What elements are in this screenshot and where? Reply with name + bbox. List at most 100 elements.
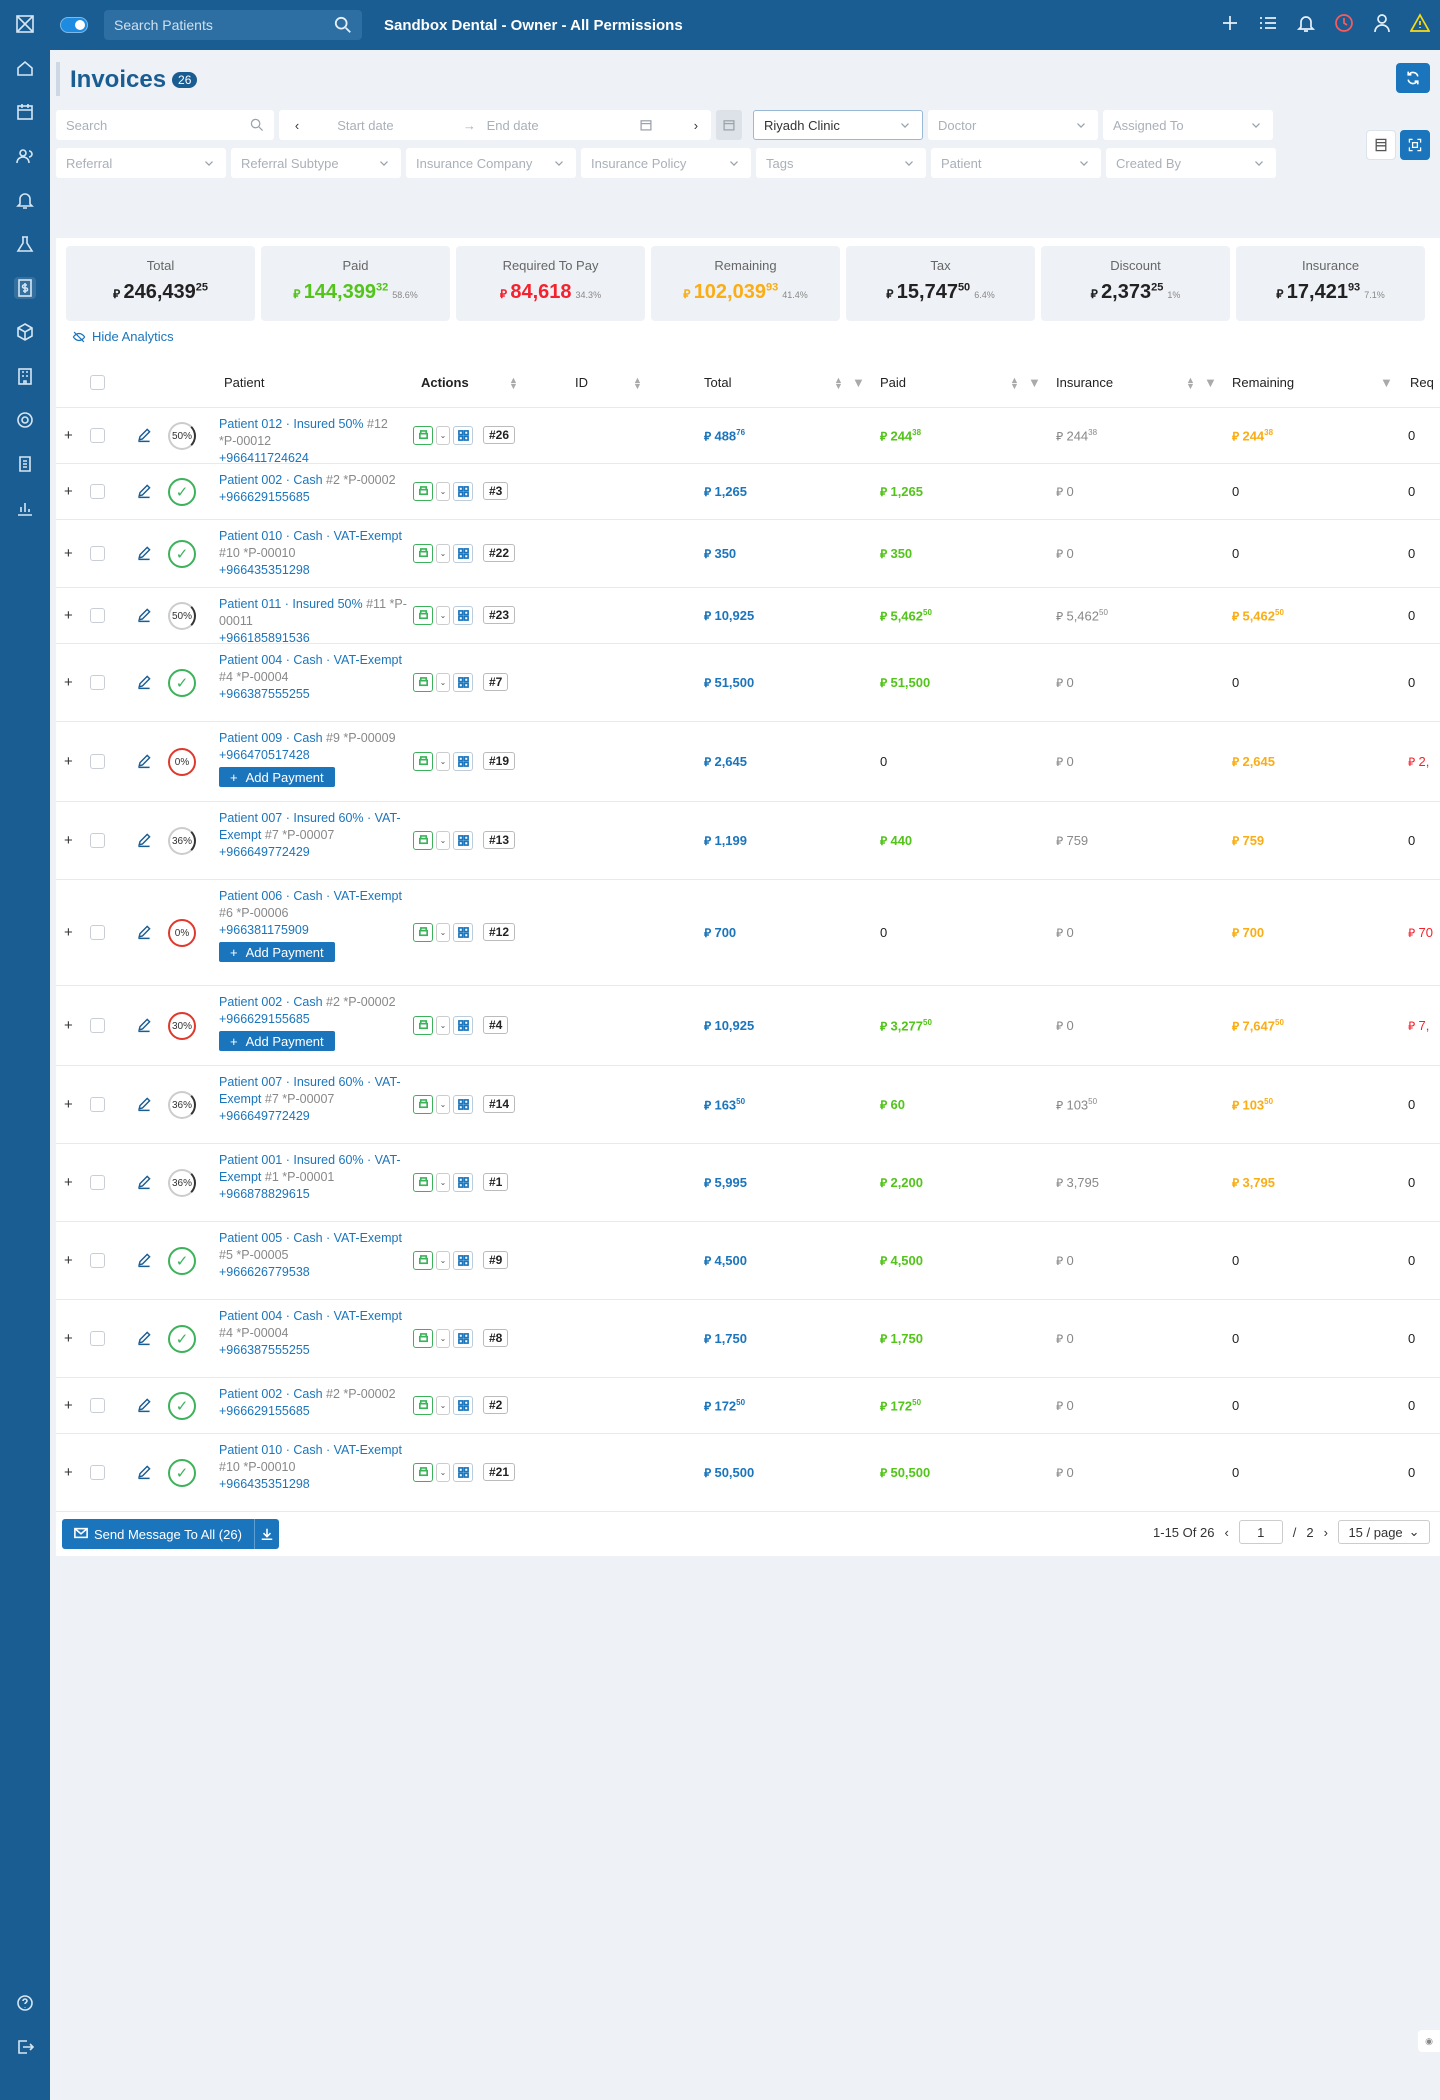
- qr-code-button[interactable]: [453, 1463, 473, 1482]
- invoice-id[interactable]: #12: [483, 923, 516, 941]
- patient-name-link[interactable]: Patient 002 · Cash: [219, 1387, 323, 1401]
- invoice-id[interactable]: #3: [483, 482, 509, 500]
- edit-icon[interactable]: [136, 1464, 152, 1483]
- edit-icon[interactable]: [136, 607, 152, 626]
- col-patient[interactable]: Patient ▲ ▼: [224, 375, 524, 390]
- chevron-down-icon[interactable]: ⌄: [436, 544, 450, 563]
- patient-phone[interactable]: +966649772429: [219, 844, 407, 861]
- expand-icon[interactable]: +: [64, 1464, 73, 1481]
- row-checkbox[interactable]: [90, 1175, 105, 1190]
- chevron-down-icon[interactable]: ⌄: [436, 1251, 450, 1270]
- print-button[interactable]: [413, 673, 433, 692]
- invoice-id[interactable]: #21: [483, 1463, 516, 1481]
- refresh-button[interactable]: [1396, 63, 1430, 93]
- date-range-picker[interactable]: ‹ Start date → End date ›: [279, 110, 711, 140]
- edit-icon[interactable]: [136, 924, 152, 943]
- print-button[interactable]: [413, 831, 433, 850]
- lab-icon[interactable]: [14, 233, 36, 255]
- row-checkbox[interactable]: [90, 484, 105, 499]
- expand-icon[interactable]: +: [64, 1330, 73, 1347]
- qr-code-button[interactable]: [453, 606, 473, 625]
- expand-icon[interactable]: +: [64, 1096, 73, 1113]
- expand-icon[interactable]: +: [64, 832, 73, 849]
- edit-icon[interactable]: [136, 753, 152, 772]
- calendar-icon[interactable]: [639, 110, 679, 140]
- chevron-down-icon[interactable]: ⌄: [436, 673, 450, 692]
- qr-code-button[interactable]: [453, 1173, 473, 1192]
- qr-code-button[interactable]: [453, 831, 473, 850]
- patient-name-link[interactable]: Patient 006 · Cash · VAT-Exempt: [219, 889, 402, 903]
- row-checkbox[interactable]: [90, 1097, 105, 1112]
- logout-icon[interactable]: [14, 2036, 36, 2058]
- select-all-checkbox[interactable]: [90, 375, 105, 390]
- expand-icon[interactable]: +: [64, 427, 73, 444]
- download-icon[interactable]: [255, 1527, 279, 1541]
- expand-icon[interactable]: +: [64, 1174, 73, 1191]
- print-button[interactable]: [413, 544, 433, 563]
- referral-subtype-select[interactable]: Referral Subtype: [231, 148, 401, 178]
- mode-toggle[interactable]: [60, 17, 88, 33]
- sort-icon[interactable]: ▲ ▼: [1010, 375, 1019, 390]
- edit-icon[interactable]: [136, 483, 152, 502]
- patient-search-input[interactable]: Search Patients: [104, 10, 362, 40]
- patient-phone[interactable]: +966470517428: [219, 747, 407, 764]
- print-button[interactable]: [413, 606, 433, 625]
- edit-icon[interactable]: [136, 1252, 152, 1271]
- row-checkbox[interactable]: [90, 608, 105, 623]
- print-button[interactable]: [413, 1251, 433, 1270]
- print-button[interactable]: [413, 1173, 433, 1192]
- col-id[interactable]: ID ▲ ▼: [575, 375, 642, 390]
- expand-icon[interactable]: +: [64, 674, 73, 691]
- qr-code-button[interactable]: [453, 1016, 473, 1035]
- edit-icon[interactable]: [136, 674, 152, 693]
- invoice-id[interactable]: #26: [483, 426, 516, 444]
- row-checkbox[interactable]: [90, 1465, 105, 1480]
- col-required[interactable]: Req: [1410, 375, 1434, 390]
- row-checkbox[interactable]: [90, 428, 105, 443]
- clinic-icon[interactable]: [14, 365, 36, 387]
- chevron-down-icon[interactable]: ⌄: [436, 1173, 450, 1192]
- qr-code-button[interactable]: [453, 673, 473, 692]
- patient-phone[interactable]: +966629155685: [219, 1403, 407, 1420]
- start-date[interactable]: Start date: [317, 110, 452, 140]
- add-payment-button[interactable]: + Add Payment: [219, 942, 335, 962]
- row-checkbox[interactable]: [90, 1018, 105, 1033]
- print-button[interactable]: [413, 1016, 433, 1035]
- print-button[interactable]: [413, 1095, 433, 1114]
- patient-phone[interactable]: +966878829615: [219, 1186, 407, 1203]
- expand-icon[interactable]: +: [64, 483, 73, 500]
- row-checkbox[interactable]: [90, 925, 105, 940]
- analytics-icon[interactable]: [14, 497, 36, 519]
- edit-icon[interactable]: [136, 545, 152, 564]
- assigned-select[interactable]: Assigned To: [1103, 110, 1273, 140]
- invoices-icon[interactable]: [14, 277, 36, 299]
- sort-icon[interactable]: ▲ ▼: [1186, 375, 1195, 390]
- patient-phone[interactable]: +966435351298: [219, 1476, 407, 1493]
- sort-icon[interactable]: ▲ ▼: [633, 375, 642, 390]
- next-date-icon[interactable]: ›: [681, 110, 711, 140]
- edit-icon[interactable]: [136, 832, 152, 851]
- row-checkbox[interactable]: [90, 754, 105, 769]
- print-button[interactable]: [413, 1463, 433, 1482]
- add-payment-button[interactable]: + Add Payment: [219, 1031, 335, 1051]
- grid-view-button[interactable]: [1400, 130, 1430, 160]
- expand-icon[interactable]: +: [64, 545, 73, 562]
- row-checkbox[interactable]: [90, 546, 105, 561]
- tags-select[interactable]: Tags: [756, 148, 926, 178]
- qr-code-button[interactable]: [453, 752, 473, 771]
- edit-icon[interactable]: [136, 1017, 152, 1036]
- patient-name-link[interactable]: Patient 010 · Cash · VAT-Exempt: [219, 529, 402, 543]
- end-date[interactable]: End date: [487, 110, 637, 140]
- patient-phone[interactable]: +966629155685: [219, 489, 407, 506]
- print-button[interactable]: [413, 923, 433, 942]
- invoice-id[interactable]: #2: [483, 1396, 509, 1414]
- insurance-company-select[interactable]: Insurance Company: [406, 148, 576, 178]
- qr-code-button[interactable]: [453, 544, 473, 563]
- calendar-icon[interactable]: [14, 101, 36, 123]
- qr-code-button[interactable]: [453, 1095, 473, 1114]
- col-insurance[interactable]: Insurance ▲ ▼ ▼: [1056, 375, 1217, 390]
- qr-code-button[interactable]: [453, 482, 473, 501]
- row-checkbox[interactable]: [90, 1253, 105, 1268]
- eye-icon[interactable]: ◉: [1418, 2030, 1440, 2052]
- filter-icon[interactable]: ▼: [1028, 375, 1041, 390]
